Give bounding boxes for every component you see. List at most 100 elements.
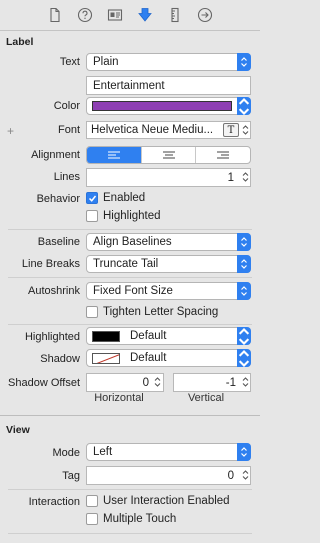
file-inspector-button[interactable] <box>40 0 70 31</box>
align-center-icon <box>162 151 175 159</box>
baseline-value: Align Baselines <box>93 236 172 248</box>
color-label: Color <box>53 100 80 112</box>
multiple-touch-label: Multiple Touch <box>103 513 177 525</box>
lines-value: 1 <box>227 171 234 184</box>
font-value: Helvetica Neue Mediu... <box>91 124 214 136</box>
align-right-icon <box>217 151 230 159</box>
checkmark-icon <box>86 192 98 204</box>
tag-label: Tag <box>62 470 80 482</box>
divider <box>8 489 252 490</box>
linebreaks-popup[interactable]: Truncate Tail <box>86 255 251 273</box>
checkbox-box <box>86 210 98 222</box>
popup-arrows-icon <box>237 327 251 345</box>
font-picker-button[interactable]: T <box>223 123 239 137</box>
text-label: Text <box>59 56 80 68</box>
enabled-label: Enabled <box>103 192 146 204</box>
no-color-swatch <box>92 352 120 364</box>
lines-label: Lines <box>53 171 80 183</box>
multiple-touch-checkbox[interactable]: Multiple Touch <box>86 513 176 525</box>
stepper-arrows-icon <box>242 470 248 480</box>
align-left-segment[interactable] <box>87 147 142 163</box>
shadow-color-popup[interactable]: Default <box>86 349 251 367</box>
divider <box>8 324 252 325</box>
mode-label: Mode <box>52 447 80 459</box>
text-content-field[interactable]: Entertainment <box>86 76 251 95</box>
identity-inspector-button[interactable] <box>100 0 130 31</box>
font-label: Font <box>57 124 80 136</box>
baseline-label: Baseline <box>37 236 80 248</box>
help-icon <box>77 7 93 23</box>
font-size-stepper[interactable] <box>240 122 250 138</box>
highlighted-color-value: Default <box>130 330 167 342</box>
lines-stepper[interactable] <box>240 168 250 186</box>
popup-arrows-icon <box>237 282 251 300</box>
text-type-popup[interactable]: Plain <box>86 53 251 71</box>
tighten-spacing-checkbox[interactable]: Tighten Letter Spacing <box>86 306 218 318</box>
stepper-arrows-icon <box>242 377 248 387</box>
popup-arrows-icon <box>237 255 251 273</box>
shadow-offset-label: Shadow Offset <box>8 377 80 389</box>
color-swatch <box>92 101 232 111</box>
shadow-v-stepper[interactable] <box>240 373 250 391</box>
color-well[interactable] <box>86 97 251 115</box>
text-type-value: Plain <box>93 56 119 68</box>
divider <box>8 277 252 278</box>
interaction-label: Interaction <box>28 496 80 508</box>
autoshrink-popup[interactable]: Fixed Font Size <box>86 282 251 300</box>
quick-help-button[interactable] <box>70 0 100 31</box>
linebreaks-label: Line Breaks <box>21 258 80 270</box>
inspector-toolbar <box>0 0 260 31</box>
popup-arrows-icon <box>237 233 251 251</box>
vertical-caption: Vertical <box>187 392 225 404</box>
divider <box>8 533 252 534</box>
lines-field[interactable]: 1 <box>86 168 251 187</box>
identity-icon <box>107 9 123 21</box>
highlighted-color-swatch <box>92 330 120 342</box>
size-ruler-icon <box>171 7 179 23</box>
tag-value: 0 <box>227 469 234 482</box>
attributes-icon <box>138 8 152 22</box>
mode-popup[interactable]: Left <box>86 443 251 461</box>
horizontal-caption: Horizontal <box>94 392 144 404</box>
popup-arrows-icon <box>237 53 251 71</box>
font-field[interactable]: Helvetica Neue Mediu... T <box>86 121 251 139</box>
popup-arrows-icon <box>237 443 251 461</box>
baseline-popup[interactable]: Align Baselines <box>86 233 251 251</box>
size-inspector-button[interactable] <box>160 0 190 31</box>
highlighted-checkbox[interactable]: Highlighted <box>86 210 161 222</box>
user-interaction-checkbox[interactable]: User Interaction Enabled <box>86 495 230 507</box>
checkbox-box <box>86 495 98 507</box>
section-divider <box>0 415 260 416</box>
popup-arrows-icon <box>237 349 251 367</box>
autoshrink-label: Autoshrink <box>28 285 80 297</box>
shadow-label: Shadow <box>40 353 80 365</box>
divider <box>8 229 252 230</box>
connections-inspector-button[interactable] <box>190 0 220 31</box>
user-interaction-label: User Interaction Enabled <box>103 495 230 507</box>
tag-field[interactable]: 0 <box>86 466 251 485</box>
checkbox-box <box>86 306 98 318</box>
linebreaks-value: Truncate Tail <box>93 258 159 270</box>
tighten-label: Tighten Letter Spacing <box>103 306 219 318</box>
label-section-title: Label <box>6 36 34 48</box>
stepper-arrows-icon <box>154 377 160 387</box>
popup-arrows-icon <box>237 97 251 115</box>
align-center-segment[interactable] <box>142 147 197 163</box>
behavior-label: Behavior <box>36 193 80 205</box>
shadow-color-value: Default <box>130 352 167 364</box>
shadow-v-value: -1 <box>225 376 236 389</box>
tag-stepper[interactable] <box>240 466 250 484</box>
mode-value: Left <box>93 446 113 458</box>
highlighted-color-popup[interactable]: Default <box>86 327 251 345</box>
align-right-segment[interactable] <box>196 147 250 163</box>
view-section-title: View <box>6 424 30 436</box>
autoshrink-value: Fixed Font Size <box>93 285 173 297</box>
enabled-checkbox[interactable]: Enabled <box>86 192 145 204</box>
attributes-inspector-button[interactable] <box>130 0 160 31</box>
connections-arrow-icon <box>197 7 213 23</box>
alignment-segmented-control <box>86 146 251 164</box>
shadow-h-stepper[interactable] <box>152 373 162 391</box>
highlighted-color-label: Highlighted <box>24 331 80 343</box>
file-icon <box>50 7 60 23</box>
text-content-value: Entertainment <box>93 79 165 92</box>
